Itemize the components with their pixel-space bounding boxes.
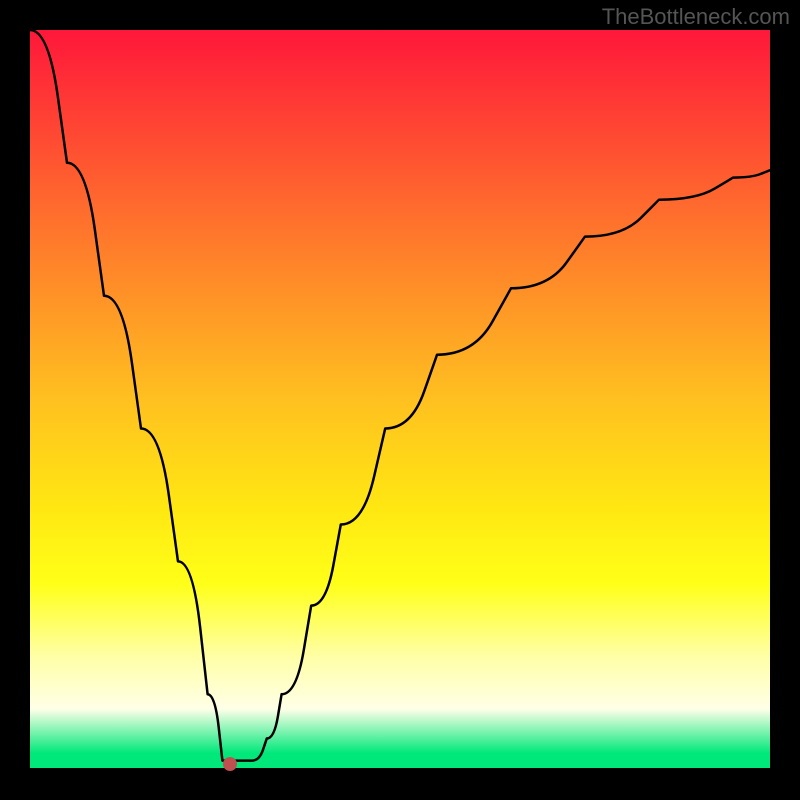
curve-path bbox=[30, 30, 770, 761]
chart-curve bbox=[30, 30, 770, 768]
chart-container: TheBottleneck.com bbox=[0, 0, 800, 800]
plot-area bbox=[30, 30, 770, 768]
watermark-text: TheBottleneck.com bbox=[602, 4, 790, 30]
data-marker bbox=[223, 757, 237, 771]
